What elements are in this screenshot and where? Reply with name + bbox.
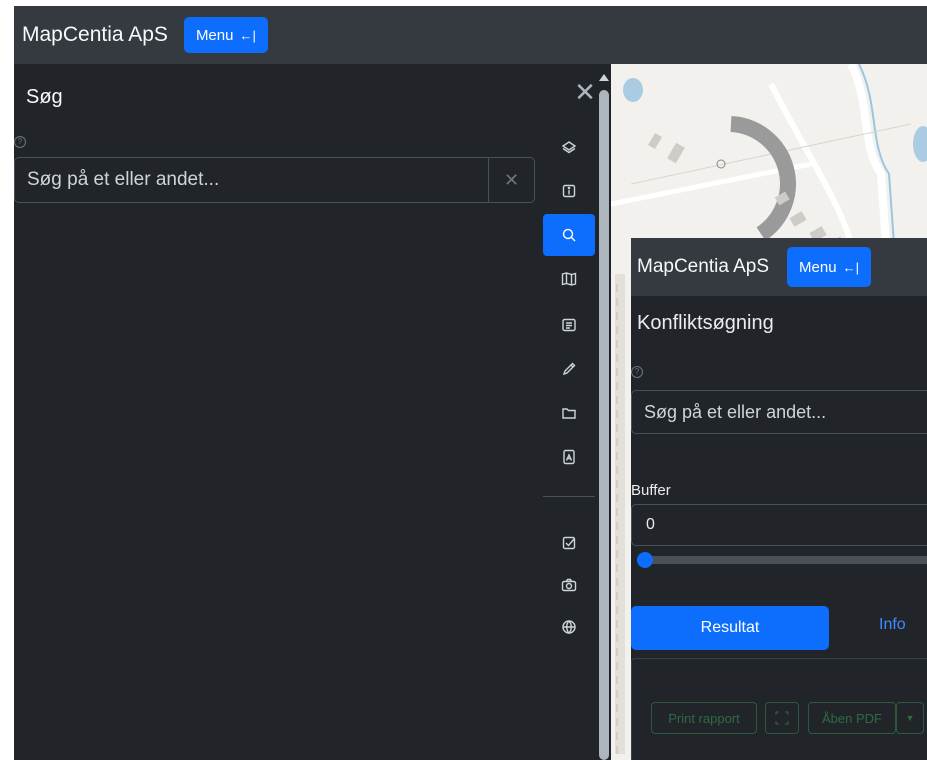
overlay-search-input[interactable]: Søg på et eller andet...	[631, 390, 927, 434]
info-icon[interactable]	[543, 170, 595, 212]
legend-icon[interactable]	[543, 304, 595, 346]
scroll-thumb[interactable]	[599, 90, 609, 760]
top-navbar: MapCentia ApS Menu ←|	[14, 6, 927, 64]
overlay-help-icon[interactable]: ?	[631, 366, 643, 378]
buffer-label: Buffer	[631, 482, 671, 499]
overlay-menu-button[interactable]: Menu ←|	[787, 247, 871, 287]
chevron-down-icon: ▼	[905, 713, 915, 723]
fullscreen-icon	[775, 711, 789, 725]
panel-title: Søg	[26, 86, 63, 108]
overlay-menu-label: Menu	[799, 258, 837, 276]
brand-title: MapCentia ApS	[22, 23, 168, 46]
overlay-menu-collapse-icon: ←|	[842, 259, 859, 275]
fullscreen-button[interactable]	[765, 702, 799, 734]
clear-icon[interactable]: ✕	[488, 158, 534, 202]
layers-icon[interactable]	[543, 126, 595, 168]
checkbox-icon[interactable]	[543, 522, 595, 564]
search-input[interactable]	[15, 158, 488, 202]
menu-label: Menu	[195, 26, 234, 44]
globe-icon[interactable]	[543, 606, 595, 648]
draw-icon[interactable]	[543, 348, 595, 390]
overlay-brand-title: MapCentia ApS	[637, 256, 770, 277]
map-icon[interactable]	[543, 258, 595, 300]
left-border	[0, 6, 14, 760]
pdf-icon[interactable]	[543, 436, 595, 478]
help-icon[interactable]: ?	[14, 136, 26, 148]
camera-icon[interactable]	[543, 564, 595, 606]
print-report-button[interactable]: Print rapport	[651, 702, 757, 734]
menu-collapse-icon: ←|	[239, 27, 256, 43]
search-icon[interactable]	[543, 214, 595, 256]
open-pdf-button[interactable]: Åben PDF	[808, 702, 896, 734]
buffer-slider-handle[interactable]	[637, 552, 653, 568]
toolbar-divider	[543, 496, 595, 497]
panel-scrollbar[interactable]	[597, 64, 611, 760]
tab-info[interactable]: Info	[879, 616, 906, 634]
overlay-panel-title: Konfliktsøgning	[637, 312, 774, 334]
buffer-slider[interactable]	[637, 552, 927, 568]
conflict-search-window: MapCentia ApS Menu ←| Konfliktsøgning ? …	[631, 238, 927, 760]
search-panel: Søg ✕ ? ✕	[14, 64, 597, 760]
overlay-navbar: MapCentia ApS Menu ←|	[631, 238, 927, 296]
side-toolbar	[543, 64, 595, 760]
open-pdf-dropdown[interactable]: ▼	[896, 702, 924, 734]
scroll-up-icon[interactable]	[599, 74, 609, 81]
folder-icon[interactable]	[543, 392, 595, 434]
search-field: ✕	[14, 157, 535, 203]
tab-resultat[interactable]: Resultat	[631, 606, 829, 650]
buffer-input[interactable]: 0	[631, 504, 927, 546]
menu-button[interactable]: Menu ←|	[183, 17, 268, 53]
